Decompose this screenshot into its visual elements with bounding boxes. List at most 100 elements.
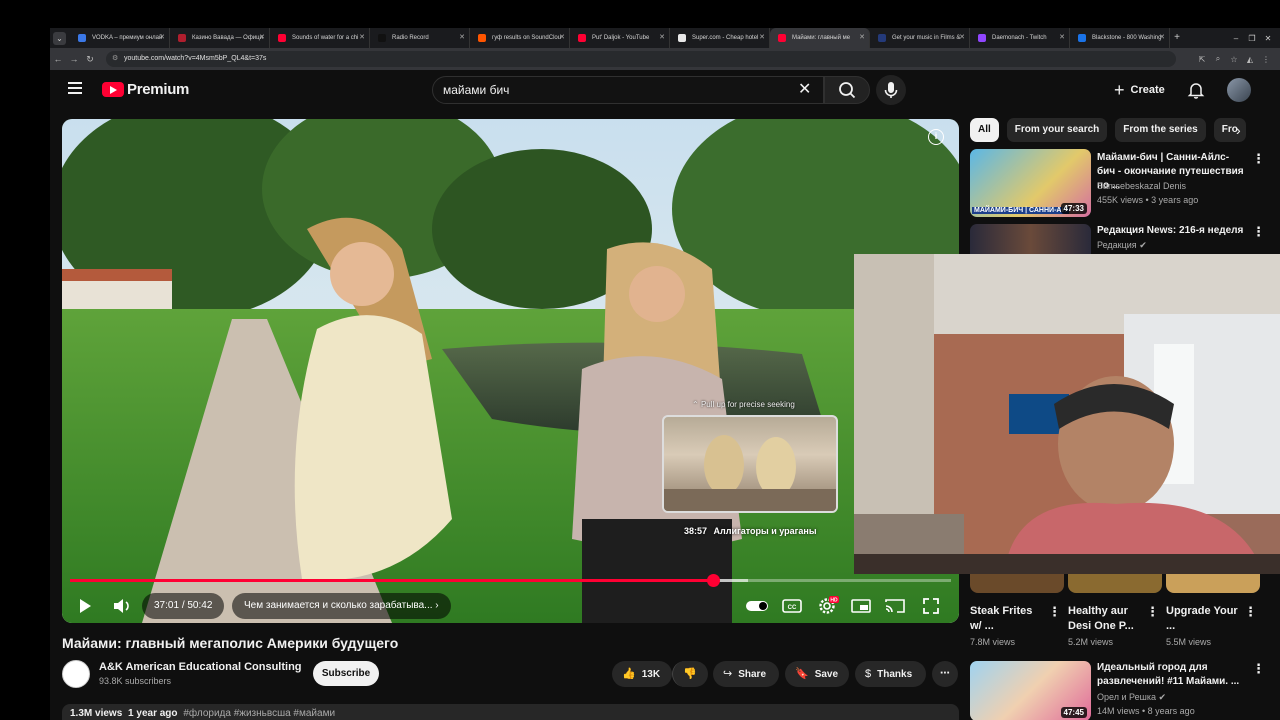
browser-tab[interactable]: Put' Daljok - YouTube ✕ <box>570 28 670 48</box>
browser-tab[interactable]: Radio Record ✕ <box>370 28 470 48</box>
recommendation-thumbnail[interactable] <box>970 224 1091 254</box>
search-button[interactable] <box>824 76 870 104</box>
settings-button[interactable]: HD <box>814 593 840 619</box>
recommendation-item[interactable]: МАЙАМИ-БИЧ | САННИ-АЙ 47:33 Майами-бич |… <box>970 149 1270 217</box>
more-vertical-icon[interactable]: ⋮ <box>1252 224 1265 240</box>
chapter-button[interactable]: Чем занимается и сколько зарабатыва... › <box>232 593 451 619</box>
tab-close-icon[interactable]: ✕ <box>959 28 965 48</box>
tab-close-icon[interactable]: ✕ <box>659 28 665 48</box>
zoom-icon[interactable]: ⌕ <box>1210 54 1226 64</box>
open-in-app-icon[interactable]: ⇱ <box>1194 55 1210 64</box>
site-info-icon[interactable]: ⚙ <box>112 51 118 67</box>
volume-button[interactable] <box>109 593 135 619</box>
subtitles-button[interactable]: CC <box>779 593 805 619</box>
more-horizontal-icon: ⋯ <box>940 668 950 679</box>
plus-icon: + <box>1114 80 1125 100</box>
short-item[interactable]: Healthy aur Desi One P... 5.2M views ⋮ <box>1068 604 1162 647</box>
browser-tab[interactable]: VODKA – премиум онлай ✕ <box>70 28 170 48</box>
tab-close-icon[interactable]: ✕ <box>459 28 465 48</box>
chips-next-icon[interactable]: › <box>1236 122 1241 138</box>
tab-close-icon[interactable]: ✕ <box>359 28 365 48</box>
voice-search-button[interactable] <box>876 75 906 105</box>
recommendation-thumbnail[interactable]: 47:45 <box>970 661 1091 720</box>
tab-close-icon[interactable]: ✕ <box>759 28 765 48</box>
browser-tab[interactable]: Super.com - Cheap hotel ✕ <box>670 28 770 48</box>
play-button[interactable] <box>72 593 98 619</box>
subscribe-button[interactable]: Subscribe <box>313 661 379 686</box>
bookmark-star-icon[interactable]: ☆ <box>1226 55 1242 64</box>
more-vertical-icon[interactable]: ⋮ <box>1048 604 1061 620</box>
save-button[interactable]: 🔖 Save <box>785 661 849 687</box>
clear-search-icon[interactable]: ✕ <box>798 80 811 100</box>
cast-button[interactable] <box>882 593 908 619</box>
more-vertical-icon[interactable]: ⋮ <box>1244 604 1257 620</box>
create-button[interactable]: + Create <box>1104 76 1175 104</box>
tab-close-icon[interactable]: ✕ <box>559 28 565 48</box>
more-vertical-icon[interactable]: ⋮ <box>1146 604 1159 620</box>
menu-icon[interactable] <box>68 82 82 94</box>
short-thumbnail[interactable] <box>970 573 1064 593</box>
youtube-premium-logo[interactable]: Premium <box>102 81 189 98</box>
filter-chip[interactable]: All <box>970 118 999 142</box>
close-window-icon[interactable]: ✕ <box>1260 34 1276 43</box>
forward-icon[interactable]: → <box>66 54 82 64</box>
channel-avatar[interactable] <box>62 660 90 688</box>
browser-tab[interactable]: Blackstone - 800 Washing ✕ <box>1070 28 1170 48</box>
notifications-bell-icon[interactable] <box>1186 80 1206 100</box>
tab-favicon-icon <box>478 34 486 42</box>
browser-tab[interactable]: Get your music in Films & ✕ <box>870 28 970 48</box>
tab-close-icon[interactable]: ✕ <box>1159 28 1165 48</box>
like-button[interactable]: 👍 13K <box>612 661 672 687</box>
account-avatar[interactable] <box>1227 78 1251 102</box>
description-box[interactable]: 1.3M views 1 year ago #флорида #жизньвсш… <box>62 704 959 720</box>
browser-tab[interactable]: Майами: главный ме ✕ <box>770 28 870 48</box>
short-thumbnail[interactable] <box>1166 573 1260 593</box>
browser-tab[interactable]: Казино Вавада — Офици ✕ <box>170 28 270 48</box>
tab-close-icon[interactable]: ✕ <box>259 28 265 48</box>
progress-bar[interactable] <box>70 574 951 587</box>
short-thumbnail[interactable] <box>1068 573 1162 593</box>
info-icon[interactable]: i <box>928 129 944 145</box>
short-item[interactable]: Upgrade Your ... 5.5M views ⋮ <box>1166 604 1260 647</box>
share-button[interactable]: ↪ Share <box>713 661 779 687</box>
thanks-button[interactable]: $ Thanks <box>855 661 926 687</box>
short-title: Steak Frites w/ ... <box>970 605 1033 632</box>
thumbnail-caption: МАЙАМИ-БИЧ | САННИ-АЙ <box>972 207 1069 214</box>
miniplayer-button[interactable] <box>848 593 874 619</box>
autoplay-toggle[interactable] <box>744 593 770 619</box>
reload-icon[interactable]: ↻ <box>82 54 98 65</box>
tab-search-icon[interactable]: ⌄ <box>53 31 66 45</box>
filter-chip[interactable]: From your search <box>1006 118 1108 142</box>
more-vertical-icon[interactable]: ⋮ <box>1252 151 1265 167</box>
filter-chip[interactable]: Fro <box>1213 118 1246 142</box>
browser-tab[interactable]: Daemonach - Twitch ✕ <box>970 28 1070 48</box>
fullscreen-button[interactable] <box>918 593 944 619</box>
extension-icon[interactable]: ◭ <box>1242 55 1258 64</box>
browser-tab[interactable]: гуф results on SoundClou ✕ <box>470 28 570 48</box>
more-actions-button[interactable]: ⋯ <box>932 661 958 687</box>
search-input[interactable]: майами бич <box>432 76 824 104</box>
restore-icon[interactable]: ❐ <box>1244 34 1260 43</box>
tab-close-icon[interactable]: ✕ <box>859 28 865 48</box>
new-tab-button[interactable]: + <box>1170 28 1184 48</box>
tab-close-icon[interactable]: ✕ <box>159 28 165 48</box>
short-item[interactable]: Steak Frites w/ ... 7.8M views ⋮ <box>970 604 1064 647</box>
back-icon[interactable]: ← <box>50 54 66 64</box>
dislike-button[interactable]: 👎 <box>672 661 708 687</box>
hashtags[interactable]: #флорида #жизньвсша #майами <box>183 708 335 719</box>
video-player[interactable]: i ⌃ Pull up for precise seeking 38:57 Ал… <box>62 119 959 623</box>
browser-tab[interactable]: Sounds of water for a chi ✕ <box>270 28 370 48</box>
url-field[interactable]: ⚙ youtube.com/watch?v=4Msm5bP_QL4&t=37s <box>106 51 1176 67</box>
tab-close-icon[interactable]: ✕ <box>1059 28 1065 48</box>
minimize-icon[interactable]: – <box>1228 34 1244 43</box>
recommendation-channel: Орел и Решка ✔ <box>1097 691 1166 704</box>
more-vertical-icon[interactable]: ⋮ <box>1252 661 1265 677</box>
menu-kebab-icon[interactable]: ⋮ <box>1258 55 1274 64</box>
tab-favicon-icon <box>978 34 986 42</box>
recommendation-item[interactable]: Редакция News: 216-я неделя Редакция ✔ ⋮ <box>970 224 1270 254</box>
filter-chip[interactable]: From the series <box>1115 118 1206 142</box>
channel-name[interactable]: A&K American Educational Consulting <box>99 661 302 673</box>
recommendation-thumbnail[interactable]: МАЙАМИ-БИЧ | САННИ-АЙ 47:33 <box>970 149 1091 217</box>
tab-title: Blackstone - 800 Washing <box>1092 35 1162 41</box>
recommendation-item[interactable]: 47:45 Идеальный город для развлечений! #… <box>970 661 1270 720</box>
